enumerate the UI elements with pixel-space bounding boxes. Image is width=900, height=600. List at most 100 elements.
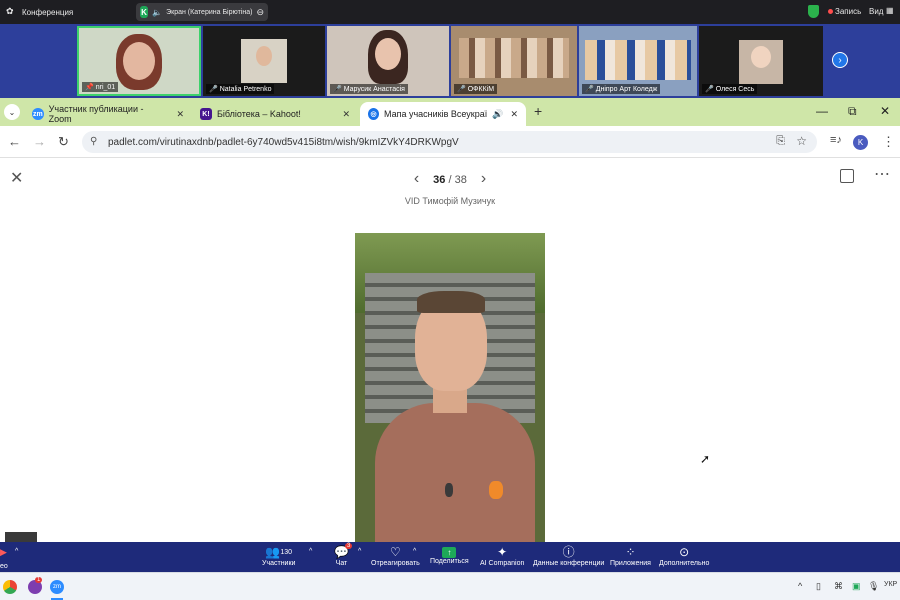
zoom-paw-icon: ✿ xyxy=(6,6,14,16)
next-post-button[interactable]: › xyxy=(481,170,486,187)
participant-label: 🎤 Natalia Petrenko xyxy=(206,84,275,94)
close-icon[interactable]: ✕ xyxy=(510,109,518,120)
participant-face xyxy=(375,38,401,70)
record-label[interactable]: Запись xyxy=(835,7,861,16)
pin-icon: 📌 xyxy=(85,84,94,91)
more-button[interactable]: ⊙ Дополнительно xyxy=(659,545,709,567)
share-icon: ↑ xyxy=(442,547,457,558)
minimize-button[interactable]: — xyxy=(816,104,828,118)
participant-face xyxy=(123,42,155,80)
video-orange-object xyxy=(489,481,503,499)
maximize-button[interactable]: ⧉ xyxy=(848,104,857,119)
meeting-info-button[interactable]: ⓘ Данные конференции xyxy=(533,545,604,567)
chevron-up-icon[interactable]: ^ xyxy=(413,548,416,555)
new-tab-button[interactable]: + xyxy=(534,103,542,119)
speaker-icon: 🔈 xyxy=(152,7,163,17)
mic-off-icon: 🎤 xyxy=(705,86,714,93)
kahoot-favicon-icon: K! xyxy=(200,108,212,120)
chat-badge: 3 xyxy=(345,543,353,549)
video-toggle-left-cut[interactable]: ▶ xyxy=(0,547,7,558)
browser-menu-icon[interactable]: ⋮ xyxy=(882,134,895,150)
participant-tile[interactable]: 🎤 Марусик Анастасія xyxy=(327,26,449,96)
view-label[interactable]: Вид xyxy=(869,7,883,16)
mic-off-icon: 🎤 xyxy=(333,86,342,93)
current-post-number: 36 xyxy=(433,174,446,186)
participants-icon: 👥130 xyxy=(265,545,293,559)
install-app-icon[interactable]: ⎘ xyxy=(776,135,785,148)
info-icon: ⓘ xyxy=(562,545,575,559)
chevron-up-icon[interactable]: ^ xyxy=(309,548,312,555)
participant-tile[interactable]: 📌 nri_01 xyxy=(77,26,201,96)
prev-post-button[interactable]: ‹ xyxy=(414,170,419,187)
mic-off-icon: 🎤 xyxy=(457,86,466,93)
video-player[interactable] xyxy=(355,233,545,542)
view-grid-icon[interactable]: ▦ xyxy=(886,6,894,15)
shield-icon xyxy=(808,5,819,18)
close-icon[interactable]: ✕ xyxy=(176,109,184,120)
heart-icon: ♡ xyxy=(390,545,401,559)
chevron-up-icon[interactable]: ^ xyxy=(798,581,802,591)
zoom-taskbar-icon[interactable]: zm xyxy=(50,580,64,594)
chevron-up-icon[interactable]: ^ xyxy=(358,548,361,555)
post-details-icon[interactable] xyxy=(840,169,854,183)
screen-share-indicator[interactable]: K 🔈 Экран (Катерина Бірютіна) ⊖ xyxy=(136,3,268,21)
mic-off-icon: 🎤 xyxy=(209,86,218,93)
mouse-cursor-icon: ➚ xyxy=(700,452,711,466)
tab-padlet-active[interactable]: ◎ Мапа учасників Всеукраїнс 🔊 ✕ xyxy=(360,102,526,126)
media-control-icon[interactable]: ≡♪ xyxy=(830,134,842,146)
url-text[interactable]: padlet.com/virutinaxdnb/padlet-6y740wd5v… xyxy=(108,137,459,148)
sharer-avatar: K xyxy=(140,6,149,18)
browser-toolbar: ← → ↻ ⚲ padlet.com/virutinaxdnb/padlet-6… xyxy=(0,126,900,158)
globe-icon: ◎ xyxy=(368,108,379,120)
tab-zoom[interactable]: zm Участник публикации - Zoom ✕ xyxy=(24,102,192,126)
more-options-icon[interactable]: ⋯ xyxy=(874,164,890,184)
tab-title: Мапа учасників Всеукраїнс xyxy=(383,109,488,119)
share-options-icon[interactable]: ⊖ xyxy=(256,7,264,18)
dark-thumbnail xyxy=(5,532,37,542)
participant-face xyxy=(256,46,272,66)
close-icon[interactable]: ✕ xyxy=(342,109,350,120)
padlet-post-viewer: ✕ ‹ 36 / 38 › VID Тимофій Музичук ⋯ ➚ xyxy=(0,158,900,542)
tab-list-button[interactable]: ⌄ xyxy=(4,104,20,120)
participant-name: Марусик Анастасія xyxy=(343,85,405,93)
participant-tile[interactable]: 🎤 Олеся Сесь xyxy=(699,26,823,96)
address-bar[interactable]: ⚲ padlet.com/virutinaxdnb/padlet-6y740wd… xyxy=(82,131,817,153)
participant-tile[interactable]: 🎤 ОФККіМ xyxy=(451,26,577,96)
tab-kahoot[interactable]: K! Бібліотека – Kahoot! ✕ xyxy=(192,102,358,126)
audio-playing-icon[interactable]: 🔊 xyxy=(492,109,503,120)
ai-companion-button[interactable]: ✦ AI Companion xyxy=(480,545,524,567)
shield-tray-icon[interactable]: ▣ xyxy=(852,581,861,592)
microphone-icon[interactable]: 🎙 xyxy=(868,581,879,592)
share-screen-button[interactable]: ↑ Поделиться xyxy=(430,545,469,565)
close-window-button[interactable]: ✕ xyxy=(880,104,890,118)
site-info-icon[interactable]: ⚲ xyxy=(90,136,97,147)
participant-tile[interactable]: 🎤 Natalia Petrenko xyxy=(203,26,325,96)
participant-label: 🎤 Дніпро Арт Коледж xyxy=(582,84,661,94)
network-icon[interactable]: ⌘ xyxy=(834,581,843,592)
chevron-up-icon[interactable]: ^ xyxy=(15,548,18,555)
participant-video xyxy=(585,40,691,80)
forward-arrow-icon[interactable]: → xyxy=(33,134,46,149)
usb-icon[interactable]: ▯ xyxy=(816,581,821,592)
zoom-favicon-icon: zm xyxy=(32,108,44,120)
toolbar-label: Отреагировать xyxy=(371,560,420,567)
apps-button[interactable]: ⁘ Приложения xyxy=(610,545,651,567)
toolbar-label: AI Companion xyxy=(480,560,525,567)
participants-button[interactable]: 👥130 Участники xyxy=(262,545,295,567)
reload-icon[interactable]: ↻ xyxy=(58,134,69,150)
profile-avatar[interactable]: K xyxy=(853,135,868,150)
video-person-shirt xyxy=(375,403,535,542)
participant-tile[interactable]: 🎤 Дніпро Арт Коледж xyxy=(579,26,697,96)
language-indicator[interactable]: УКР xyxy=(884,581,897,588)
record-dot-icon xyxy=(828,9,833,14)
participant-label: 🎤 ОФККіМ xyxy=(454,84,498,94)
bookmark-star-icon[interactable]: ☆ xyxy=(796,134,807,148)
toolbar-label: Поделиться xyxy=(430,558,469,565)
participant-name: Natalia Petrenko xyxy=(219,85,272,93)
back-arrow-icon[interactable]: ← xyxy=(8,134,21,149)
zoom-app-title: Конференция xyxy=(22,8,74,17)
chrome-taskbar-icon[interactable] xyxy=(3,580,17,594)
next-participants-button[interactable]: › xyxy=(832,52,848,68)
toolbar-label: Чат xyxy=(335,560,348,567)
toolbar-label: Дополнительно xyxy=(659,560,710,567)
